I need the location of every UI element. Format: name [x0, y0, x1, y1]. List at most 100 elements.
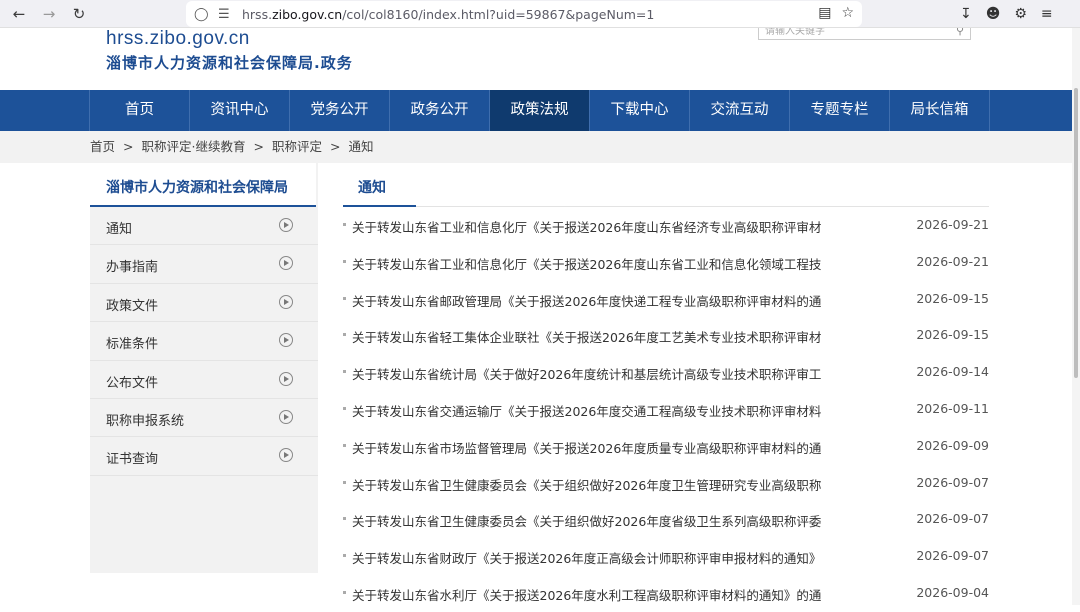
sidebar-item[interactable]: 公布文件: [90, 361, 318, 399]
bullet-icon: [343, 554, 346, 558]
sidebar-item-label: 职称申报系统: [106, 413, 185, 429]
bullet-icon: [343, 259, 346, 263]
bookmark-star-icon[interactable]: ☆: [841, 5, 854, 21]
scrollbar-thumb[interactable]: [1074, 88, 1078, 378]
bullet-icon: [343, 223, 346, 226]
forward-arrow-icon[interactable]: →: [34, 0, 64, 28]
content-title: 通知: [343, 163, 989, 207]
breadcrumb-item[interactable]: 职称评定: [272, 131, 322, 163]
bullet-icon: [343, 296, 346, 300]
sidebar-item[interactable]: 通知: [90, 207, 318, 246]
sidebar-item[interactable]: 证书查询: [90, 437, 318, 476]
bullet-icon: [343, 406, 346, 410]
site-domain: hrss.zibo.gov.cn: [106, 28, 250, 49]
sidebar-title: 淄博市人力资源和社会保障局: [90, 163, 316, 207]
sidebar: 淄博市人力资源和社会保障局 通知办事指南政策文件标准条件公布文件职称申报系统 证书…: [90, 163, 318, 573]
search-placeholder: 请输入关键字: [765, 28, 825, 37]
news-title-link[interactable]: 关于转发山东省邮政管理局《关于报送2026年度快递工程专业高级职称评审材料的通.…: [352, 291, 822, 310]
sidebar-item[interactable]: 职称申报系统: [90, 399, 318, 438]
news-title-link[interactable]: 关于转发山东省财政厅《关于报送2026年度正高级会计师职称评审申报材料的通知》.…: [352, 548, 822, 567]
search-icon[interactable]: ⚲: [956, 28, 964, 37]
bullet-icon: [343, 517, 346, 521]
nav-item[interactable]: 政策法规: [490, 90, 590, 131]
nav-item[interactable]: 首页: [90, 90, 190, 131]
extensions-icon[interactable]: ⚙: [1014, 6, 1027, 22]
news-title-link[interactable]: 关于转发山东省市场监督管理局《关于报送2026年度质量专业高级职称评审材料的通.…: [352, 438, 822, 457]
bullet-icon: [343, 443, 346, 447]
circle-arrow-icon: [279, 371, 293, 386]
browser-toolbar: ← → ↻ ◯ ☰ hrss.zibo.gov.cn/col/col8160/i…: [0, 0, 1080, 28]
sidebar-item[interactable]: 办事指南: [90, 245, 318, 284]
news-title-link[interactable]: 关于转发山东省交通运输厅《关于报送2026年度交通工程高级专业技术职称评审材料.…: [352, 401, 822, 420]
news-title-link[interactable]: 关于转发山东省水利厅《关于报送2026年度水利工程高级职称评审材料的通知》的通.…: [352, 585, 822, 604]
circle-arrow-icon: [279, 448, 293, 463]
news-item[interactable]: 关于转发山东省工业和信息化厅《关于报送2026年度山东省工业和信息化领域工程技.…: [343, 244, 989, 281]
nav-item[interactable]: 党务公开: [290, 90, 390, 131]
circle-arrow-icon: [279, 333, 293, 348]
news-item[interactable]: 关于转发山东省邮政管理局《关于报送2026年度快递工程专业高级职称评审材料的通.…: [343, 281, 989, 318]
sidebar-item-label: 办事指南: [106, 260, 159, 276]
breadcrumb-separator: >: [253, 139, 264, 154]
news-date: 2026-09-15: [916, 290, 989, 306]
back-arrow-icon[interactable]: ←: [4, 0, 34, 28]
breadcrumb-item[interactable]: 通知: [348, 131, 373, 163]
news-item[interactable]: 关于转发山东省统计局《关于做好2026年度统计和基层统计高级专业技术职称评审工.…: [343, 354, 989, 391]
sidebar-item-label: 公布文件: [106, 375, 159, 391]
news-date: 2026-09-21: [916, 217, 989, 232]
news-date: 2026-09-11: [916, 400, 989, 416]
news-date: 2026-09-07: [916, 511, 989, 527]
news-date: 2026-09-14: [916, 364, 989, 380]
news-item[interactable]: 关于转发山东省轻工集体企业联社《关于报送2026年度工艺美术专业技术职称评审材.…: [343, 317, 989, 354]
news-item[interactable]: 关于转发山东省市场监督管理局《关于报送2026年度质量专业高级职称评审材料的通.…: [343, 428, 989, 465]
nav-item[interactable]: 局长信箱: [890, 90, 990, 131]
nav-item[interactable]: 资讯中心: [190, 90, 290, 131]
breadcrumb-item[interactable]: 首页: [90, 131, 115, 163]
sidebar-item[interactable]: 标准条件: [90, 322, 318, 361]
news-item[interactable]: 关于转发山东省工业和信息化厅《关于报送2026年度山东省经济专业高级职称评审材.…: [343, 207, 989, 244]
news-title-link[interactable]: 关于转发山东省卫生健康委员会《关于组织做好2026年度省级卫生系列高级职称评委.…: [352, 511, 822, 530]
bullet-icon: [343, 333, 346, 337]
circle-arrow-icon: [279, 294, 293, 309]
nav-item[interactable]: 交流互动: [690, 90, 790, 131]
news-date: 2026-09-15: [916, 327, 989, 343]
address-bar[interactable]: ◯ ☰ hrss.zibo.gov.cn/col/col8160/index.h…: [186, 1, 862, 27]
bullet-icon: [343, 370, 346, 374]
nav-item[interactable]: 下载中心: [590, 90, 690, 131]
news-item[interactable]: 关于转发山东省水利厅《关于报送2026年度水利工程高级职称评审材料的通知》的通.…: [343, 575, 989, 612]
news-date: 2026-09-07: [916, 548, 989, 564]
menu-icon[interactable]: ≡: [1041, 6, 1053, 22]
reader-view-icon[interactable]: ▤: [818, 5, 831, 21]
nav-item[interactable]: 政务公开: [390, 90, 490, 131]
breadcrumb-bar: 首页 > 职称评定·继续教育 > 职称评定 > 通知: [0, 131, 1072, 163]
sidebar-item-label: 证书查询: [106, 452, 159, 468]
page-scrollbar[interactable]: [1072, 28, 1080, 605]
search-input[interactable]: 请输入关键字 ⚲: [758, 28, 971, 40]
sidebar-item-label: 标准条件: [106, 337, 159, 353]
circle-arrow-icon: [279, 218, 293, 232]
account-icon[interactable]: ☻: [986, 6, 1001, 22]
news-title-link[interactable]: 关于转发山东省统计局《关于做好2026年度统计和基层统计高级专业技术职称评审工.…: [352, 364, 822, 383]
nav-item[interactable]: 专题专栏: [790, 90, 890, 131]
breadcrumb: 首页 > 职称评定·继续教育 > 职称评定 > 通知: [90, 131, 373, 163]
site-header: hrss.zibo.gov.cn 淄博市人力资源和社会保障局.政务 请输入关键字…: [0, 28, 1072, 90]
news-title-link[interactable]: 关于转发山东省工业和信息化厅《关于报送2026年度山东省经济专业高级职称评审材.…: [352, 217, 822, 236]
sidebar-item[interactable]: 政策文件: [90, 284, 318, 323]
news-title-link[interactable]: 关于转发山东省卫生健康委员会《关于组织做好2026年度卫生管理研究专业高级职称.…: [352, 475, 822, 494]
breadcrumb-item[interactable]: 职称评定·继续教育: [142, 131, 246, 163]
news-item[interactable]: 关于转发山东省卫生健康委员会《关于组织做好2026年度卫生管理研究专业高级职称.…: [343, 465, 989, 502]
download-icon[interactable]: ↧: [960, 6, 972, 22]
site-info-icon[interactable]: ☰: [218, 7, 234, 22]
news-date: 2026-09-09: [916, 437, 989, 453]
news-title-link[interactable]: 关于转发山东省工业和信息化厅《关于报送2026年度山东省工业和信息化领域工程技.…: [352, 254, 822, 273]
circle-arrow-icon: [279, 256, 293, 271]
news-item[interactable]: 关于转发山东省卫生健康委员会《关于组织做好2026年度省级卫生系列高级职称评委.…: [343, 501, 989, 538]
bullet-icon: [343, 480, 346, 484]
shield-icon[interactable]: ◯: [194, 7, 210, 22]
reload-icon[interactable]: ↻: [64, 0, 94, 28]
news-item[interactable]: 关于转发山东省财政厅《关于报送2026年度正高级会计师职称评审申报材料的通知》.…: [343, 538, 989, 575]
news-item[interactable]: 关于转发山东省交通运输厅《关于报送2026年度交通工程高级专业技术职称评审材料.…: [343, 391, 989, 428]
sidebar-item-label: 政策文件: [106, 298, 159, 314]
breadcrumb-separator: >: [123, 139, 134, 154]
news-title-link[interactable]: 关于转发山东省轻工集体企业联社《关于报送2026年度工艺美术专业技术职称评审材.…: [352, 327, 822, 346]
url-text[interactable]: hrss.zibo.gov.cn/col/col8160/index.html?…: [242, 7, 654, 22]
